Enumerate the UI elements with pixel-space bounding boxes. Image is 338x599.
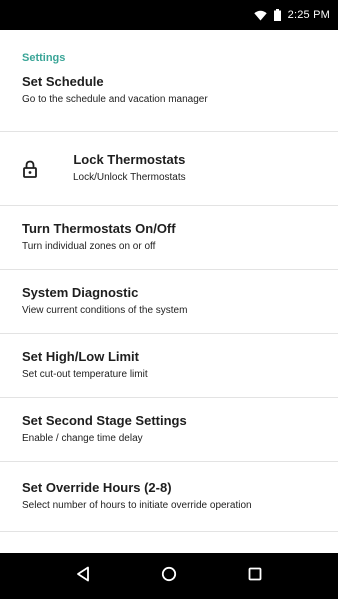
system-diagnostic-title: System Diagnostic bbox=[22, 285, 139, 300]
set-schedule-texts: Set Schedule Go to the schedule and vaca… bbox=[22, 74, 208, 107]
back-icon bbox=[76, 566, 90, 587]
status-time: 2:25 PM bbox=[287, 9, 330, 21]
wifi-icon bbox=[253, 10, 267, 21]
system-diagnostic-item[interactable]: System Diagnostic View current condition… bbox=[0, 270, 338, 334]
lock-thermostats-subtitle: Lock/Unlock Thermostats bbox=[73, 172, 186, 183]
override-hours-title: Set Override Hours (2-8) bbox=[22, 480, 172, 495]
navigation-bar bbox=[0, 553, 338, 599]
home-button[interactable] bbox=[149, 556, 189, 596]
override-hours-item[interactable]: Set Override Hours (2-8) Select number o… bbox=[0, 462, 338, 532]
system-diagnostic-subtitle: View current conditions of the system bbox=[22, 305, 188, 316]
recents-button[interactable] bbox=[235, 556, 275, 596]
set-schedule-subtitle: Go to the schedule and vacation manager bbox=[22, 94, 208, 105]
settings-screen: 2:25 PM Settings Set Schedule Go to the … bbox=[0, 0, 338, 599]
section-header-settings: Settings bbox=[22, 52, 66, 64]
high-low-limit-subtitle: Set cut-out temperature limit bbox=[22, 369, 148, 380]
set-schedule-item[interactable]: Set Schedule Go to the schedule and vaca… bbox=[0, 74, 338, 132]
system-diagnostic-texts: System Diagnostic View current condition… bbox=[22, 285, 187, 318]
lock-thermostats-title: Lock Thermostats bbox=[73, 152, 186, 167]
override-hours-subtitle: Select number of hours to initiate overr… bbox=[22, 500, 252, 511]
high-low-limit-title: Set High/Low Limit bbox=[22, 349, 139, 364]
turn-thermostats-subtitle: Turn individual zones on or off bbox=[22, 241, 156, 252]
settings-list: Set Schedule Go to the schedule and vaca… bbox=[0, 74, 338, 532]
turn-thermostats-texts: Turn Thermostats On/Off Turn individual … bbox=[22, 221, 176, 254]
second-stage-item[interactable]: Set Second Stage Settings Enable / chang… bbox=[0, 398, 338, 462]
second-stage-title: Set Second Stage Settings bbox=[22, 413, 187, 428]
battery-icon bbox=[273, 9, 281, 21]
recents-icon bbox=[248, 567, 262, 586]
turn-thermostats-item[interactable]: Turn Thermostats On/Off Turn individual … bbox=[0, 206, 338, 270]
turn-thermostats-title: Turn Thermostats On/Off bbox=[22, 221, 176, 236]
lock-icon bbox=[22, 159, 38, 179]
second-stage-subtitle: Enable / change time delay bbox=[22, 433, 143, 444]
second-stage-texts: Set Second Stage Settings Enable / chang… bbox=[22, 413, 187, 446]
high-low-limit-item[interactable]: Set High/Low Limit Set cut-out temperatu… bbox=[0, 334, 338, 398]
set-schedule-title: Set Schedule bbox=[22, 74, 104, 89]
status-bar: 2:25 PM bbox=[0, 0, 338, 30]
lock-thermostats-texts: Lock Thermostats Lock/Unlock Thermostats bbox=[73, 152, 186, 185]
home-icon bbox=[161, 566, 177, 587]
override-hours-texts: Set Override Hours (2-8) Select number o… bbox=[22, 480, 252, 513]
high-low-limit-texts: Set High/Low Limit Set cut-out temperatu… bbox=[22, 349, 148, 382]
lock-thermostats-item[interactable]: Lock Thermostats Lock/Unlock Thermostats bbox=[0, 132, 338, 206]
back-button[interactable] bbox=[63, 556, 103, 596]
